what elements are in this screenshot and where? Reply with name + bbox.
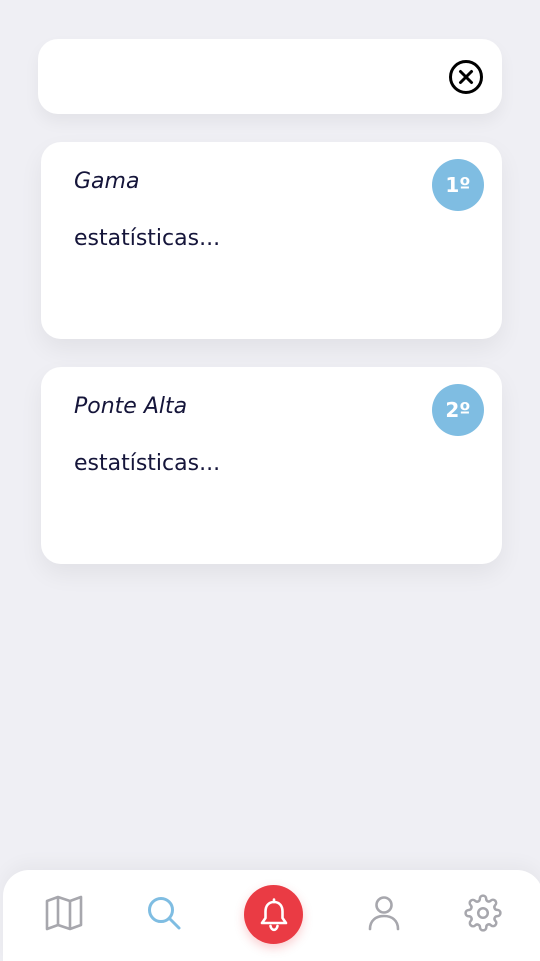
gear-icon xyxy=(464,894,502,932)
clear-search-button[interactable] xyxy=(448,59,484,95)
search-bar xyxy=(38,39,502,114)
bottom-tab-bar xyxy=(3,870,540,961)
tab-map[interactable] xyxy=(44,893,84,933)
result-card[interactable]: Gama estatísticas... 1º xyxy=(41,142,502,339)
search-icon xyxy=(148,897,181,930)
result-stats: estatísticas... xyxy=(74,451,221,476)
result-card[interactable]: Ponte Alta estatísticas... 2º xyxy=(41,367,502,564)
bell-icon xyxy=(260,897,287,931)
search-input[interactable] xyxy=(58,39,448,114)
rank-badge: 2º xyxy=(432,384,484,436)
alert-button[interactable] xyxy=(244,885,303,944)
tab-search[interactable] xyxy=(144,893,184,933)
result-name: Ponte Alta xyxy=(74,394,188,419)
close-circle-icon xyxy=(449,60,483,94)
search-screen: Gama estatísticas... 1º Ponte Alta estat… xyxy=(0,0,540,961)
result-stats: estatísticas... xyxy=(74,226,221,251)
tab-settings[interactable] xyxy=(463,893,503,933)
user-icon xyxy=(368,896,400,931)
tab-profile[interactable] xyxy=(364,893,404,933)
rank-badge: 1º xyxy=(432,159,484,211)
result-name: Gama xyxy=(74,169,140,194)
map-icon xyxy=(45,895,83,931)
